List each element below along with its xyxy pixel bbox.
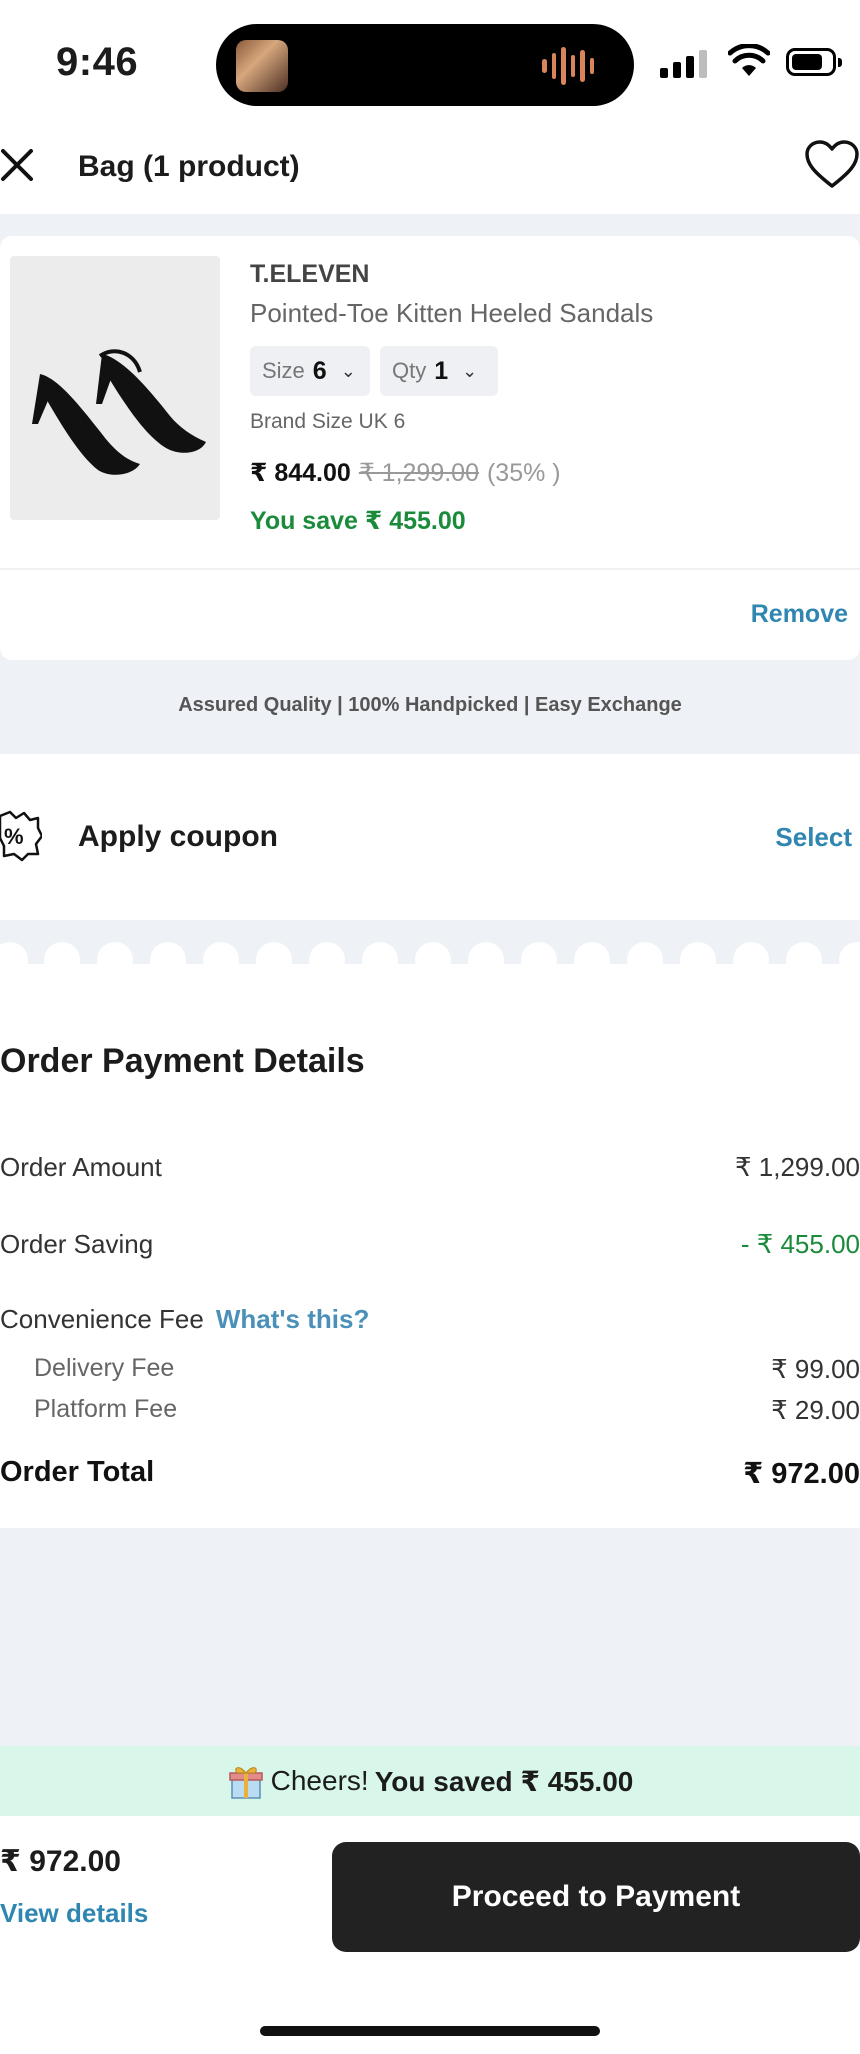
- platform-fee-value: ₹ 29.00: [771, 1395, 860, 1425]
- size-selector[interactable]: Size 6 ⌄: [250, 346, 370, 396]
- svg-text:%: %: [4, 824, 24, 849]
- delivery-fee-value: ₹ 99.00: [771, 1354, 860, 1384]
- select-coupon-button[interactable]: Select: [775, 822, 852, 853]
- mrp-price: ₹ 1,299.00: [358, 459, 479, 487]
- heart-icon[interactable]: [804, 140, 860, 190]
- battery-icon: [786, 48, 842, 76]
- coupon-percent-icon: %: [0, 810, 42, 862]
- convenience-fee-row: Convenience Fee What's this?: [0, 1304, 369, 1335]
- spacer-background: [0, 1528, 860, 1746]
- remove-button[interactable]: Remove: [751, 600, 848, 629]
- savings-banner: Cheers! You saved ₹ 455.00: [0, 1746, 860, 1816]
- page-title: Bag (1 product): [78, 150, 300, 183]
- qty-value: 1: [434, 356, 449, 385]
- order-total-value: ₹ 972.00: [743, 1458, 860, 1490]
- dynamic-island[interactable]: [216, 24, 634, 106]
- order-total-label: Order Total: [0, 1456, 155, 1488]
- size-label: Size: [262, 358, 305, 383]
- footer-total: ₹ 972.00: [0, 1845, 121, 1878]
- proceed-to-payment-button[interactable]: Proceed to Payment: [332, 1842, 860, 1952]
- gift-icon: [228, 1767, 263, 1799]
- convenience-fee-label: Convenience Fee: [0, 1304, 204, 1334]
- now-playing-thumbnail: [236, 40, 288, 92]
- size-value: 6: [312, 356, 327, 385]
- apply-coupon-label[interactable]: Apply coupon: [78, 820, 278, 854]
- order-saving-value: - ₹ 455.00: [740, 1229, 860, 1259]
- wifi-icon: [728, 44, 770, 76]
- selling-price: ₹ 844.00: [250, 459, 351, 487]
- home-indicator[interactable]: [260, 2026, 600, 2036]
- discount-percent: (35% ): [486, 459, 561, 487]
- chevron-down-icon: ⌄: [340, 360, 356, 381]
- close-icon[interactable]: [0, 148, 34, 182]
- chevron-down-icon: ⌄: [462, 360, 478, 381]
- price-row: ₹ 844.00 ₹ 1,299.00 (35% ): [250, 458, 561, 488]
- order-saving-label: Order Saving: [0, 1229, 154, 1259]
- ticket-scallop-edge: [0, 942, 860, 972]
- whats-this-link[interactable]: What's this?: [216, 1304, 370, 1334]
- payment-details-title: Order Payment Details: [0, 1042, 365, 1080]
- product-image[interactable]: [10, 256, 220, 520]
- assurance-strip: Assured Quality | 100% Handpicked | Easy…: [178, 694, 682, 716]
- brand-size: Brand Size UK 6: [250, 410, 406, 433]
- qty-label: Qty: [392, 358, 427, 383]
- qty-selector[interactable]: Qty 1 ⌄: [380, 346, 498, 396]
- audio-waveform-icon: [542, 46, 594, 86]
- cheers-saved-amount: You saved ₹ 455.00: [374, 1765, 634, 1797]
- cheers-prefix: Cheers!: [270, 1765, 369, 1796]
- status-time: 9:46: [56, 40, 139, 84]
- signal-icon: [660, 48, 707, 78]
- order-amount-label: Order Amount: [0, 1152, 162, 1182]
- platform-fee-label: Platform Fee: [34, 1395, 178, 1423]
- you-save-text: You save ₹ 455.00: [250, 507, 466, 535]
- view-details-link[interactable]: View details: [0, 1898, 148, 1929]
- delivery-fee-label: Delivery Fee: [34, 1354, 175, 1382]
- product-brand: T.ELEVEN: [250, 260, 370, 288]
- order-amount-value: ₹ 1,299.00: [735, 1152, 860, 1182]
- product-name[interactable]: Pointed-Toe Kitten Heeled Sandals: [250, 298, 653, 329]
- divider: [0, 568, 860, 570]
